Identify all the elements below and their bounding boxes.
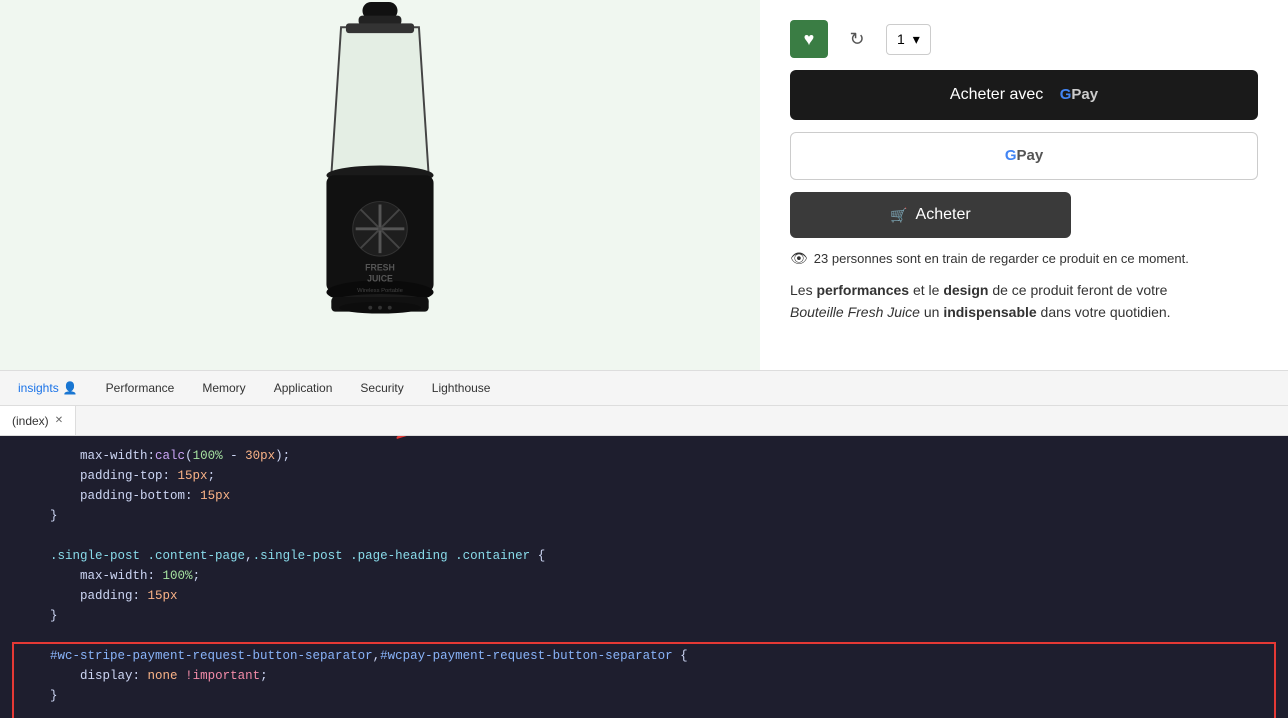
code-line-7: padding: 15px	[20, 586, 1268, 606]
file-tab-label: (index)	[12, 414, 49, 428]
desc-design: design	[943, 282, 988, 298]
chevron-down-icon: ▾	[913, 31, 920, 48]
code-line-11: }	[20, 686, 1268, 706]
file-tab-index[interactable]: (index) ✕	[0, 406, 76, 435]
buy-gpay-label: Acheter avec	[950, 86, 1043, 104]
lighthouse-label: Lighthouse	[432, 381, 491, 395]
refresh-button[interactable]: ↻	[838, 20, 876, 58]
devtools-panel: insights 👤 Performance Memory Applicatio…	[0, 370, 1288, 717]
product-description: Les performances et le design de ce prod…	[790, 279, 1258, 324]
file-tabs: (index) ✕	[0, 406, 1288, 436]
heart-icon: ♥	[804, 29, 815, 50]
code-line-blank2	[20, 626, 1268, 646]
tab-security[interactable]: Security	[346, 371, 417, 405]
buy-label: Acheter	[916, 206, 971, 224]
gpay-logo: GPay	[1060, 86, 1098, 104]
viewers-count: 23 personnes sont en train de regarder c…	[814, 251, 1189, 266]
close-icon[interactable]: ✕	[55, 415, 63, 426]
desc-italic: Bouteille Fresh Juice	[790, 304, 920, 320]
gpay-pay: Pay	[1071, 86, 1098, 103]
product-actions: ♥ ↻ 1 ▾ Acheter avec GPay GPay	[760, 0, 1288, 370]
code-line-5: .single-post .content-page,.single-post …	[20, 546, 1268, 566]
desc-indispensable: indispensable	[943, 304, 1036, 320]
quantity-value: 1	[897, 31, 905, 47]
desc-perf: performances	[816, 282, 909, 298]
product-image-container: FRESH JUICE Wireless Portable	[0, 0, 760, 370]
code-area[interactable]: max-width:calc(100% - 30px); padding-top…	[0, 436, 1288, 718]
annotated-section: #wc-stripe-payment-request-button-separa…	[20, 646, 1268, 718]
desc-text1: Les	[790, 282, 816, 298]
memory-label: Memory	[202, 381, 245, 395]
tab-insights[interactable]: insights 👤	[4, 371, 92, 405]
svg-text:FRESH: FRESH	[365, 263, 395, 273]
person-icon: 👤	[63, 381, 78, 395]
eye-icon: 👁	[790, 250, 808, 267]
devtools-tabs: insights 👤 Performance Memory Applicatio…	[0, 371, 1288, 406]
wishlist-button[interactable]: ♥	[790, 20, 828, 58]
tab-memory[interactable]: Memory	[188, 371, 259, 405]
insights-label: insights	[18, 381, 59, 395]
svg-text:Wireless Portable: Wireless Portable	[357, 288, 403, 294]
performance-label: Performance	[106, 381, 175, 395]
tab-lighthouse[interactable]: Lighthouse	[418, 371, 505, 405]
code-line-10: display: none !important;	[20, 666, 1268, 686]
code-line-3: padding-bottom: 15px	[20, 486, 1268, 506]
code-line-9: #wc-stripe-payment-request-button-separa…	[20, 646, 1268, 666]
product-image: FRESH JUICE Wireless Portable	[0, 0, 760, 370]
quantity-select[interactable]: 1 ▾	[886, 24, 931, 55]
action-row: ♥ ↻ 1 ▾	[790, 20, 1258, 58]
gpay-only-logo: GPay	[1005, 147, 1043, 165]
cart-icon: 🛒	[890, 207, 907, 224]
buy-button[interactable]: 🛒 Acheter	[790, 192, 1071, 238]
svg-text:JUICE: JUICE	[367, 273, 393, 283]
code-line-4: }	[20, 506, 1268, 526]
desc-text4: dans votre quotidien.	[1037, 304, 1171, 320]
code-line-6: max-width: 100%;	[20, 566, 1268, 586]
tab-performance[interactable]: Performance	[92, 371, 189, 405]
gpay-g: G	[1060, 86, 1072, 103]
application-label: Application	[274, 381, 333, 395]
code-line-1: max-width:calc(100% - 30px);	[20, 446, 1268, 466]
buy-gpay-button[interactable]: Acheter avec GPay	[790, 70, 1258, 120]
code-line-2: padding-top: 15px;	[20, 466, 1268, 486]
refresh-icon: ↻	[849, 29, 864, 50]
code-line-8: }	[20, 606, 1268, 626]
product-area: FRESH JUICE Wireless Portable ♥ ↻ 1 ▾	[0, 0, 1288, 370]
code-line-blank1	[20, 526, 1268, 546]
desc-text2: et le	[909, 282, 943, 298]
code-line-blank3	[20, 706, 1268, 718]
tab-application[interactable]: Application	[260, 371, 347, 405]
gpay-only-button[interactable]: GPay	[790, 132, 1258, 180]
security-label: Security	[360, 381, 403, 395]
viewers-text: 👁 23 personnes sont en train de regarder…	[790, 250, 1258, 267]
